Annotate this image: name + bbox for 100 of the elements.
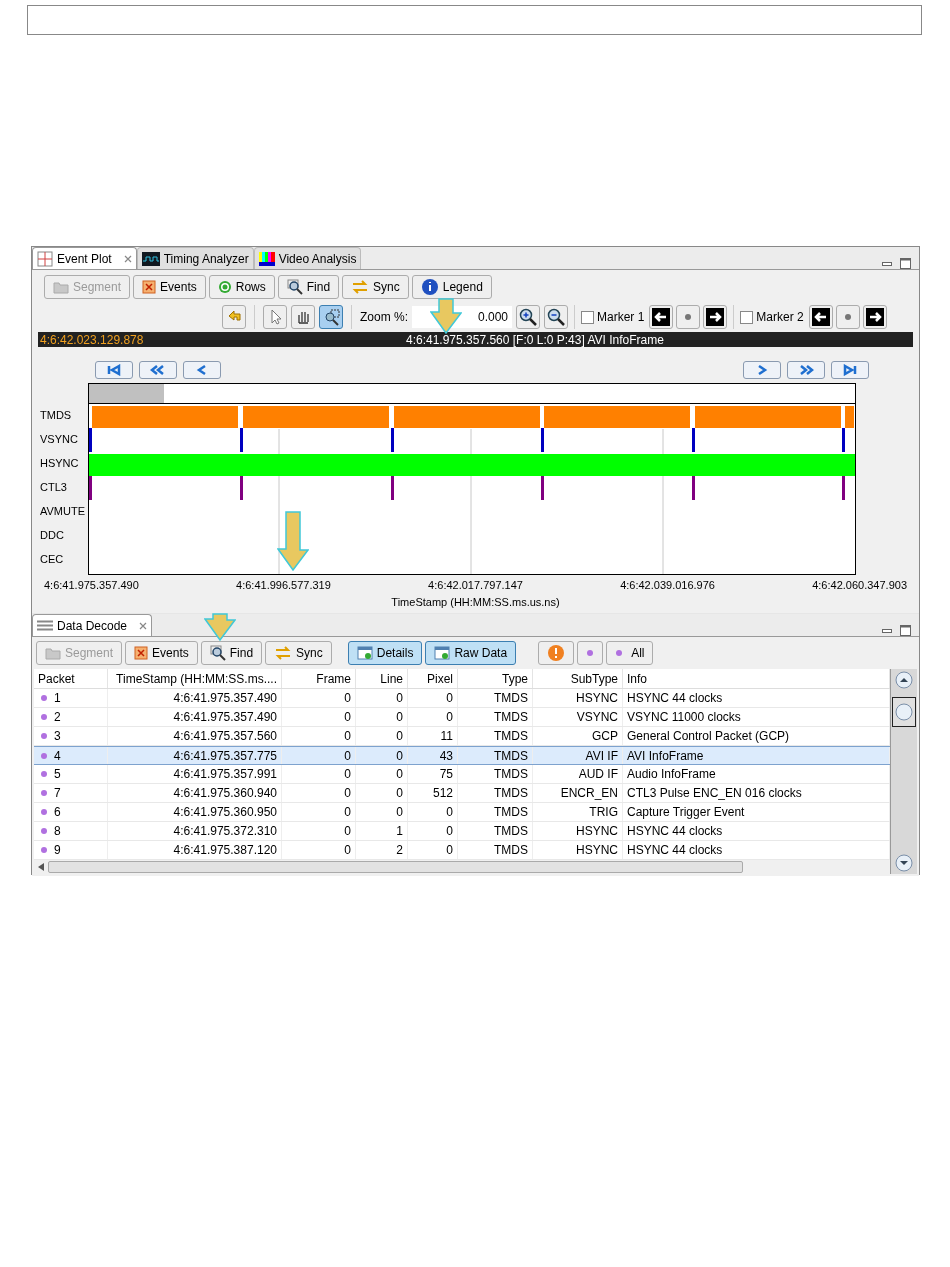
view-tab[interactable]: Video Analysis (253, 247, 362, 269)
table-row[interactable]: 8 4:6:41.975.372.310 0 1 0 TMDS HSYNC HSYNC 44 clocks (34, 822, 890, 841)
table-cell-text: TMDS (494, 709, 528, 726)
column-header[interactable]: SubType (533, 669, 623, 688)
toolbar-button[interactable]: Find (200, 641, 263, 665)
table-cell-text: 0 (396, 690, 403, 707)
forward-button[interactable] (743, 361, 781, 379)
table-cell-text: 0 (396, 728, 403, 745)
toolbar-button[interactable]: Details (347, 641, 423, 665)
horizontal-scrollbar[interactable] (34, 860, 890, 874)
table-cell-text: 2 (396, 842, 403, 859)
column-header[interactable]: Frame (282, 669, 356, 688)
dot-icon (685, 314, 692, 320)
next-marker-button[interactable] (703, 305, 728, 329)
next-marker-button[interactable] (862, 305, 887, 329)
table-cell-text: 2 (54, 709, 61, 726)
toolbar-button[interactable]: Events (133, 275, 206, 299)
dot-icon (40, 827, 48, 835)
table-cell-text: 0 (446, 842, 453, 859)
view-tab[interactable]: Data Decode (32, 614, 153, 636)
view-tab[interactable]: Event Plot (32, 247, 137, 269)
filter-button[interactable] (577, 641, 604, 665)
undo-tool[interactable] (222, 305, 246, 329)
table-cell-text: 6 (54, 804, 61, 821)
pointer-tool[interactable] (263, 305, 287, 329)
vertical-scrollbar[interactable] (890, 669, 917, 874)
previous-marker-button[interactable] (808, 305, 833, 329)
minimize-icon[interactable] (882, 628, 892, 633)
last-button[interactable] (831, 361, 869, 379)
column-header[interactable]: TimeStamp (HH:MM:SS.ms.... (108, 669, 282, 688)
marker-checkbox[interactable] (740, 310, 754, 324)
hand-tool[interactable] (291, 305, 315, 329)
close-icon[interactable] (139, 621, 148, 630)
table-row[interactable]: 6 4:6:41.975.360.950 0 0 0 TMDS TRIG Capture Trigger Event (34, 803, 890, 822)
table-cell-text: 4:6:41.975.360.950 (173, 804, 277, 821)
down-arrow-icon (277, 511, 309, 571)
toolbar-button[interactable]: Sync (342, 275, 409, 299)
scroll-up-icon[interactable] (895, 671, 913, 689)
toolbar-button[interactable]: Rows (208, 275, 275, 299)
time-tick-label: 4:6:42.060.347.903 (812, 578, 907, 593)
target-icon (217, 280, 232, 294)
column-header[interactable]: Line (356, 669, 408, 688)
scroll-left-icon[interactable] (38, 863, 44, 871)
minimize-icon[interactable] (882, 261, 892, 266)
table-row[interactable]: 2 4:6:41.975.357.490 0 0 0 TMDS VSYNC VSYNC 11000 clocks (34, 708, 890, 727)
marker-label: Marker 2 (756, 309, 804, 326)
table-cell-text: 4:6:41.975.357.560 (173, 728, 277, 745)
table-cell-text: HSYNC 44 clocks (627, 690, 723, 707)
toolbar-button[interactable]: Raw Data (425, 641, 517, 665)
column-header[interactable]: Packet (34, 669, 108, 688)
previous-marker-button[interactable] (649, 305, 674, 329)
toolbar-button[interactable]: Legend (411, 275, 492, 299)
maximize-icon[interactable] (900, 625, 911, 636)
column-header[interactable]: Type (458, 669, 533, 688)
center-marker-button[interactable] (835, 305, 860, 329)
table-cell-text: TMDS (494, 842, 528, 859)
toolbar-button[interactable]: Sync (265, 641, 332, 665)
events-icon (134, 646, 149, 660)
table-cell-text: 0 (396, 785, 403, 802)
table-cell-text: 4 (54, 747, 61, 765)
table-cell-text: AVI IF (585, 747, 618, 765)
table-cell-text: TMDS (494, 804, 528, 821)
table-cell-text: 0 (344, 842, 351, 859)
first-button[interactable] (95, 361, 133, 379)
view-tab[interactable]: Timing Analyzer (136, 247, 254, 269)
toolbar-button[interactable]: Events (125, 641, 198, 665)
dot-icon (40, 770, 48, 778)
table-row[interactable]: 7 4:6:41.975.360.940 0 0 512 TMDS ENCR_EN CTL3 Pulse ENC_EN 016 clocks (34, 784, 890, 803)
scroll-down-icon[interactable] (895, 854, 913, 872)
zoom-select-tool[interactable] (319, 305, 343, 329)
center-marker-button[interactable] (676, 305, 701, 329)
page-forward-button[interactable] (787, 361, 825, 379)
filter-button[interactable]: All (606, 641, 654, 665)
maximize-icon[interactable] (900, 258, 911, 269)
table-row[interactable]: 4 4:6:41.975.357.775 0 0 43 TMDS AVI IF AVI InfoFrame (34, 746, 890, 765)
marker-checkbox[interactable] (581, 310, 594, 324)
table-cell-text: AUD IF (578, 766, 618, 783)
time-tick-label: 4:6:41.975.357.490 (44, 578, 139, 593)
table-cell-text: 43 (439, 747, 453, 765)
zoom-out-button[interactable] (544, 305, 568, 329)
dot-icon (40, 789, 48, 797)
table-cell-text: HSYNC (576, 842, 618, 859)
table-cell-text: 5 (54, 766, 61, 783)
close-icon[interactable] (123, 254, 132, 263)
right-arrow-icon (706, 308, 725, 326)
table-cell-text: 0 (344, 728, 351, 745)
scroll-thumb[interactable] (892, 697, 916, 727)
filter-button[interactable] (538, 641, 575, 665)
table-cell-text: 4:6:41.975.372.310 (173, 823, 277, 840)
column-header[interactable]: Pixel (408, 669, 458, 688)
back-button[interactable] (183, 361, 221, 379)
toolbar-button[interactable]: Find (277, 275, 340, 299)
selection-info: 4:6:41.975.357.560 [F:0 L:0 P:43] AVI InfoFrame (405, 331, 664, 349)
table-row[interactable]: 1 4:6:41.975.357.490 0 0 0 TMDS HSYNC HSYNC 44 clocks (34, 689, 890, 708)
page-back-button[interactable] (139, 361, 177, 379)
overview-thumb[interactable] (89, 384, 164, 403)
table-row[interactable]: 5 4:6:41.975.357.991 0 0 75 TMDS AUD IF Audio InfoFrame (34, 765, 890, 784)
info-icon (420, 278, 439, 296)
table-cell-text: TMDS (494, 785, 528, 802)
zoom-in-button[interactable] (516, 305, 540, 329)
